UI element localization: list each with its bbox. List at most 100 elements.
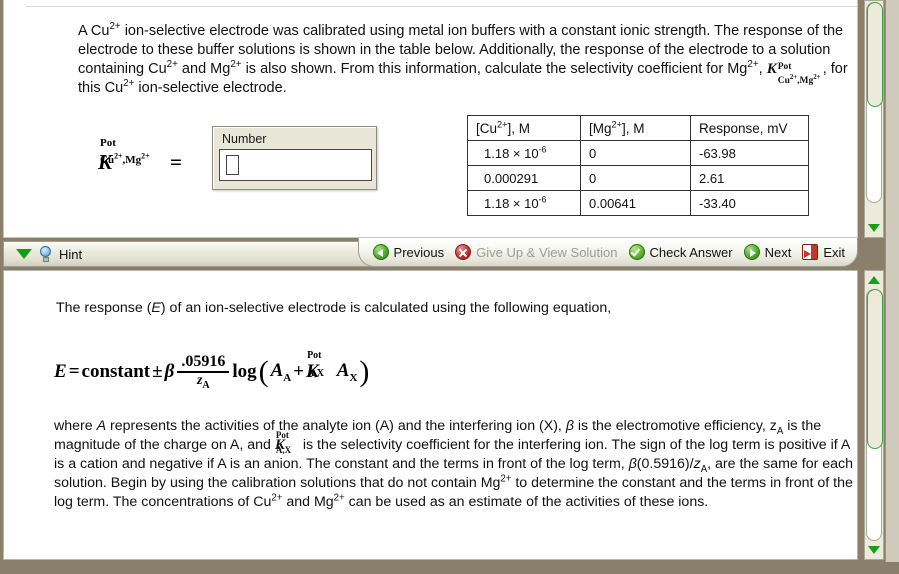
k-sub-mg: Mg (799, 76, 814, 86)
question-scrollbar-thumb[interactable] (867, 2, 883, 107)
next-button[interactable]: Next (743, 244, 792, 260)
question-sup-2: 2+ (166, 59, 178, 71)
lightbulb-icon (39, 246, 52, 262)
question-sup-3: 2+ (230, 59, 242, 71)
hint-button[interactable]: Hint (4, 246, 82, 262)
equation-numerator: .05916 (181, 353, 226, 370)
equation-lhs: E (54, 360, 67, 382)
x-circle-icon (455, 244, 472, 260)
cell-cu-2: 0.000291 (467, 165, 581, 191)
equation-close-paren: ) (359, 355, 370, 389)
equation-constant: constant (81, 360, 151, 382)
hint-intro-text: The response (E) of an ion-selective ele… (56, 299, 846, 318)
k-base: K (766, 61, 777, 77)
answer-k-sub-mg-charge: 2+ (141, 151, 150, 161)
question-text-part-3: and Mg (177, 61, 231, 77)
header-response-pre: Response, mV (699, 120, 788, 136)
equation-beta: β (164, 360, 175, 382)
answer-k-sub-cu-charge: 2+ (114, 151, 123, 161)
answer-k-label: K Pot Cu2+,Mg2+ = (98, 137, 182, 175)
question-text-part-5: , (758, 61, 767, 77)
hint-label: Hint (59, 246, 83, 262)
question-text-part-4: is also shown. From this information, ca… (241, 61, 748, 77)
selectivity-coefficient-symbol-inline: K Pot Cu2+,Mg2+ (766, 60, 821, 86)
hint-k-selectivity-symbol: K Pot A,X (275, 430, 291, 455)
cell-cu-1-mantissa: 1.18 × 10 (484, 145, 539, 161)
hint-sup-1: 2+ (500, 473, 512, 485)
hint-body-part-3: is the electromotive efficiency, (573, 418, 770, 434)
cell-response-3: -33.40 (690, 190, 809, 216)
hint-body-part-9: and Mg (282, 494, 334, 510)
equation-a-interfering-base: A (336, 360, 350, 381)
panel-top-divider (26, 6, 857, 7)
exit-label: Exit (823, 244, 845, 260)
chevron-down-icon (868, 546, 880, 554)
hint-symbol-z-2: zA (693, 456, 708, 474)
question-panel-scrollbar[interactable] (864, 0, 884, 238)
equation-a-analyte-base: A (270, 360, 284, 381)
hint-body-part-6: (0.5916)/ (636, 456, 694, 472)
header-cu-post: ], M (507, 120, 530, 136)
equation-a-interfering: AX (337, 360, 358, 384)
bottom-frame-rail (0, 562, 899, 574)
hint-panel-scrollbar[interactable] (864, 270, 884, 560)
table-row: 1.18 × 10-6 0.00641 -33.40 (467, 190, 809, 216)
hint-k-subscript: A,X (275, 445, 292, 455)
header-cu-pre: [Cu (476, 120, 498, 136)
hint-symbol-a: A (96, 418, 107, 434)
answer-k-subscript: Cu2+,Mg2+ (100, 151, 150, 166)
arrow-left-circle-icon (372, 244, 389, 260)
hint-scrollbar-thumb[interactable] (867, 289, 883, 449)
hint-panel: The response (E) of an ion-selective ele… (3, 270, 858, 560)
cell-cu-1: 1.18 × 10-6 (467, 140, 581, 166)
hint-body-part-1: where (54, 418, 97, 434)
hint-scrollbar-track[interactable] (866, 289, 883, 541)
equation-log: log (232, 360, 257, 382)
equation-k-superscript: Pot (307, 349, 322, 361)
question-scrollbar-track[interactable] (866, 2, 883, 203)
hint-symbol-z2-base: z (693, 456, 701, 472)
next-label: Next (764, 244, 792, 260)
hint-explanation-text: where A represents the activities of the… (54, 417, 854, 512)
check-answer-button[interactable]: Check Answer (628, 244, 733, 260)
hint-equation: E = constant ± β .05916 zA log ( AA + KP… (54, 349, 370, 391)
toolbar-right-section: Previous Give Up & View Solution Check A… (357, 238, 858, 267)
header-mg-post: ], M (621, 120, 645, 136)
question-sup-4: 2+ (747, 59, 759, 71)
question-scroll-down-button[interactable] (865, 220, 883, 236)
answer-number-input[interactable] (219, 149, 372, 181)
hint-intro-part-2: ) of an ion-selective electrode is calcu… (160, 300, 612, 316)
cell-mg-3: 0.00641 (580, 190, 691, 216)
text-cursor-icon (226, 155, 239, 175)
answer-k-sub-mg: Mg (125, 154, 142, 166)
equation-denominator-sub: A (202, 379, 210, 391)
action-toolbar: Hint Previous Give Up & View Solution Ch… (3, 238, 858, 268)
equation-a-analyte: AA (271, 360, 292, 384)
equation-plus-minus: ± (152, 360, 163, 382)
answer-row: K Pot Cu2+,Mg2+ = Number (78, 126, 498, 208)
give-up-view-solution-button[interactable]: Give Up & View Solution (455, 244, 618, 260)
table-header-mg: [Mg2+], M (580, 115, 691, 141)
hint-symbol-z: zA (770, 418, 784, 436)
k-sub-cu: Cu (777, 76, 790, 86)
hint-sup-2: 2+ (271, 492, 283, 504)
arrow-right-circle-icon (743, 244, 760, 260)
k-subscript: Cu2+,Mg2+ (778, 72, 821, 91)
question-panel: A Cu2+ ion-selective electrode was calib… (3, 0, 858, 238)
table-header-row: [Cu2+], M [Mg2+], M Response, mV (467, 115, 809, 141)
question-sup-1: 2+ (109, 21, 121, 33)
hint-scroll-down-button[interactable] (865, 542, 883, 558)
exit-door-icon (802, 244, 819, 260)
application-frame: A Cu2+ ion-selective electrode was calib… (0, 0, 899, 574)
table-header-cu: [Cu2+], M (467, 115, 581, 141)
hint-scroll-up-button[interactable] (865, 272, 883, 288)
exit-button[interactable]: Exit (802, 244, 845, 260)
equation-equals: = (68, 360, 80, 382)
chevron-up-icon (868, 276, 880, 284)
cell-response-2: 2.61 (690, 165, 809, 191)
table-row: 0.000291 0 2.61 (467, 165, 809, 191)
header-cu-sup: 2+ (497, 119, 508, 129)
previous-button[interactable]: Previous (372, 244, 444, 260)
equation-open-paren: ( (258, 355, 269, 389)
header-mg-sup: 2+ (611, 119, 622, 129)
